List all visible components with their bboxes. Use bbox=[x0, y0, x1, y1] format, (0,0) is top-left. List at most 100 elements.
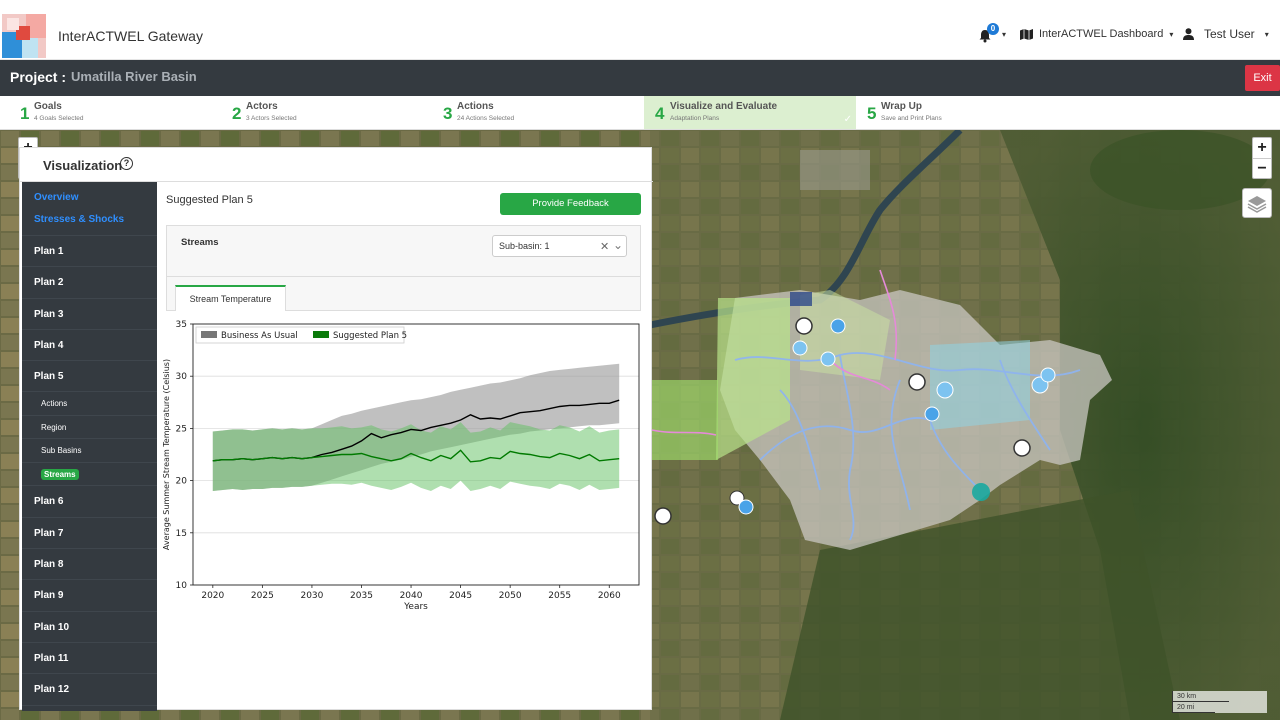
card-title: Streams bbox=[181, 237, 219, 248]
sidebar-item-plan-3[interactable]: Plan 3 bbox=[22, 299, 157, 330]
map-icon bbox=[1020, 28, 1033, 40]
project-bar: Project : Umatilla River Basin bbox=[0, 60, 1280, 96]
plan-title: Suggested Plan 5 bbox=[166, 194, 253, 206]
sub-basin-select[interactable]: Sub-basin: 1 ✕ ⌄ bbox=[492, 235, 627, 257]
user-menu[interactable]: Test User ▾ bbox=[1183, 27, 1269, 41]
x-tick-label: 2055 bbox=[548, 591, 571, 601]
step-subtitle: 3 Actors Selected bbox=[246, 115, 297, 122]
step-wizard: 1 Goals 4 Goals Selected 2 Actors 3 Acto… bbox=[0, 96, 1280, 130]
map-scale: 30 km 20 mi bbox=[1172, 691, 1267, 713]
step-number: 3 bbox=[443, 104, 453, 123]
step-title: Actors bbox=[246, 101, 278, 112]
sidebar-item-plan-10[interactable]: Plan 10 bbox=[22, 612, 157, 643]
y-tick-label: 30 bbox=[176, 372, 188, 382]
help-icon[interactable]: ? bbox=[120, 157, 133, 170]
layers-button[interactable] bbox=[1242, 188, 1272, 218]
checkmark-icon: ✓ bbox=[843, 114, 852, 125]
series-band-2 bbox=[212, 422, 620, 491]
sidebar-item-plan-7[interactable]: Plan 7 bbox=[22, 518, 157, 550]
zoom-out-button[interactable]: − bbox=[1253, 158, 1271, 178]
step-title: Goals bbox=[34, 101, 62, 112]
y-tick-label: 25 bbox=[176, 424, 187, 434]
clear-icon[interactable]: ✕ bbox=[600, 240, 609, 253]
panel-header: Visualization ? bbox=[20, 148, 653, 182]
x-axis-label: Years bbox=[403, 602, 428, 612]
step-number: 5 bbox=[867, 104, 877, 123]
step-number: 1 bbox=[20, 104, 30, 123]
x-tick-label: 2045 bbox=[449, 591, 472, 601]
y-tick-label: 15 bbox=[176, 529, 187, 539]
y-tick-label: 10 bbox=[176, 581, 188, 591]
chevron-down-icon: ▾ bbox=[1002, 30, 1007, 39]
select-value: Sub-basin: 1 bbox=[499, 241, 550, 251]
scale-mi: 20 mi bbox=[1172, 702, 1215, 713]
x-tick-label: 2040 bbox=[400, 591, 423, 601]
x-tick-label: 2030 bbox=[300, 591, 323, 601]
step-title: Wrap Up bbox=[881, 101, 922, 112]
visualization-panel: Visualization ? Overview Stresses & Shoc… bbox=[19, 147, 653, 711]
sidebar-item-plan-9[interactable]: Plan 9 bbox=[22, 580, 157, 612]
panel-title: Visualization bbox=[43, 158, 123, 173]
legend-label: Business As Usual bbox=[221, 331, 298, 341]
zoom-in-button[interactable]: + bbox=[1253, 138, 1271, 158]
app-brand[interactable]: InterACTWEL Gateway bbox=[58, 28, 203, 44]
sidebar-item-plan-12[interactable]: Plan 12 bbox=[22, 674, 157, 706]
step-number: 2 bbox=[232, 104, 242, 123]
sidebar-item-plan-6[interactable]: Plan 6 bbox=[22, 486, 157, 518]
step-subtitle: Adaptation Plans bbox=[670, 115, 720, 122]
step-number: 4 bbox=[655, 104, 665, 123]
sidebar-subitem-streams[interactable]: Streams bbox=[22, 463, 157, 487]
x-tick-label: 2060 bbox=[598, 591, 621, 601]
map-zoom-control: + − bbox=[1252, 137, 1272, 179]
sidebar-item-plan-11[interactable]: Plan 11 bbox=[22, 643, 157, 675]
project-name: Umatilla River Basin bbox=[71, 69, 197, 84]
legend-swatch bbox=[313, 331, 329, 338]
plan-sidebar: Overview Stresses & Shocks Plan 1 Plan 2… bbox=[22, 182, 157, 711]
sidebar-item-plan-4[interactable]: Plan 4 bbox=[22, 330, 157, 362]
sidebar-item-plan-2[interactable]: Plan 2 bbox=[22, 267, 157, 299]
notifications-button[interactable]: 0 ▾ bbox=[978, 23, 1008, 46]
sidebar-item-overview[interactable]: Overview bbox=[22, 182, 157, 207]
x-tick-label: 2025 bbox=[251, 591, 274, 601]
sidebar-item-plan-5[interactable]: Plan 5 bbox=[22, 361, 157, 393]
x-tick-label: 2050 bbox=[499, 591, 522, 601]
dashboard-menu[interactable]: InterACTWEL Dashboard ▾ bbox=[1020, 28, 1173, 40]
project-label: Project : bbox=[10, 69, 67, 85]
step-goals[interactable]: 1 Goals 4 Goals Selected bbox=[20, 96, 220, 129]
legend-swatch bbox=[201, 331, 217, 338]
chevron-down-icon[interactable]: ⌄ bbox=[613, 238, 623, 252]
exit-button[interactable]: Exit bbox=[1245, 65, 1280, 91]
sidebar-subitem-sub-basins[interactable]: Sub Basins bbox=[22, 439, 157, 463]
notifications-count: 0 bbox=[987, 23, 999, 35]
chevron-down-icon: ▾ bbox=[1264, 29, 1269, 39]
step-subtitle: 24 Actions Selected bbox=[457, 115, 515, 122]
legend-label: Suggested Plan 5 bbox=[333, 331, 407, 341]
plan-content: Suggested Plan 5 Provide Feedback Stream… bbox=[157, 182, 653, 711]
layers-icon bbox=[1247, 196, 1267, 213]
sidebar-subitem-region[interactable]: Region bbox=[22, 416, 157, 440]
step-actions[interactable]: 3 Actions 24 Actions Selected bbox=[443, 96, 643, 129]
user-icon bbox=[1183, 28, 1194, 40]
step-actors[interactable]: 2 Actors 3 Actors Selected bbox=[232, 96, 432, 129]
y-axis-label: Average Summer Stream Temperature (Celsi… bbox=[162, 359, 171, 550]
provide-feedback-button[interactable]: Provide Feedback bbox=[500, 193, 641, 215]
y-tick-label: 20 bbox=[176, 477, 188, 487]
stream-temperature-chart: 2020 2025 2030 2035 2040 2045 2050 2055 20601015… bbox=[162, 320, 640, 612]
step-subtitle: Save and Print Plans bbox=[881, 115, 942, 122]
streams-card: Streams Sub-basin: 1 ✕ ⌄ Stream Temperat… bbox=[166, 225, 641, 311]
tab-stream-temperature[interactable]: Stream Temperature bbox=[175, 285, 286, 311]
step-visualize[interactable]: 4 Visualize and Evaluate Adaptation Plan… bbox=[644, 96, 856, 129]
sidebar-item-plan-8[interactable]: Plan 8 bbox=[22, 549, 157, 581]
app-logo[interactable] bbox=[2, 14, 46, 58]
step-wrap-up[interactable]: 5 Wrap Up Save and Print Plans bbox=[867, 96, 1067, 129]
sidebar-item-plan-1[interactable]: Plan 1 bbox=[22, 236, 157, 268]
chevron-down-icon: ▾ bbox=[1169, 29, 1174, 39]
active-pill: Streams bbox=[41, 468, 79, 480]
dashboard-label: InterACTWEL Dashboard bbox=[1039, 28, 1164, 40]
divider bbox=[167, 276, 640, 277]
sidebar-item-stresses[interactable]: Stresses & Shocks bbox=[22, 207, 157, 236]
sidebar-subitem-actions[interactable]: Actions bbox=[22, 392, 157, 416]
scale-km: 30 km bbox=[1172, 691, 1229, 702]
y-tick-label: 35 bbox=[176, 320, 187, 330]
step-title: Actions bbox=[457, 101, 494, 112]
